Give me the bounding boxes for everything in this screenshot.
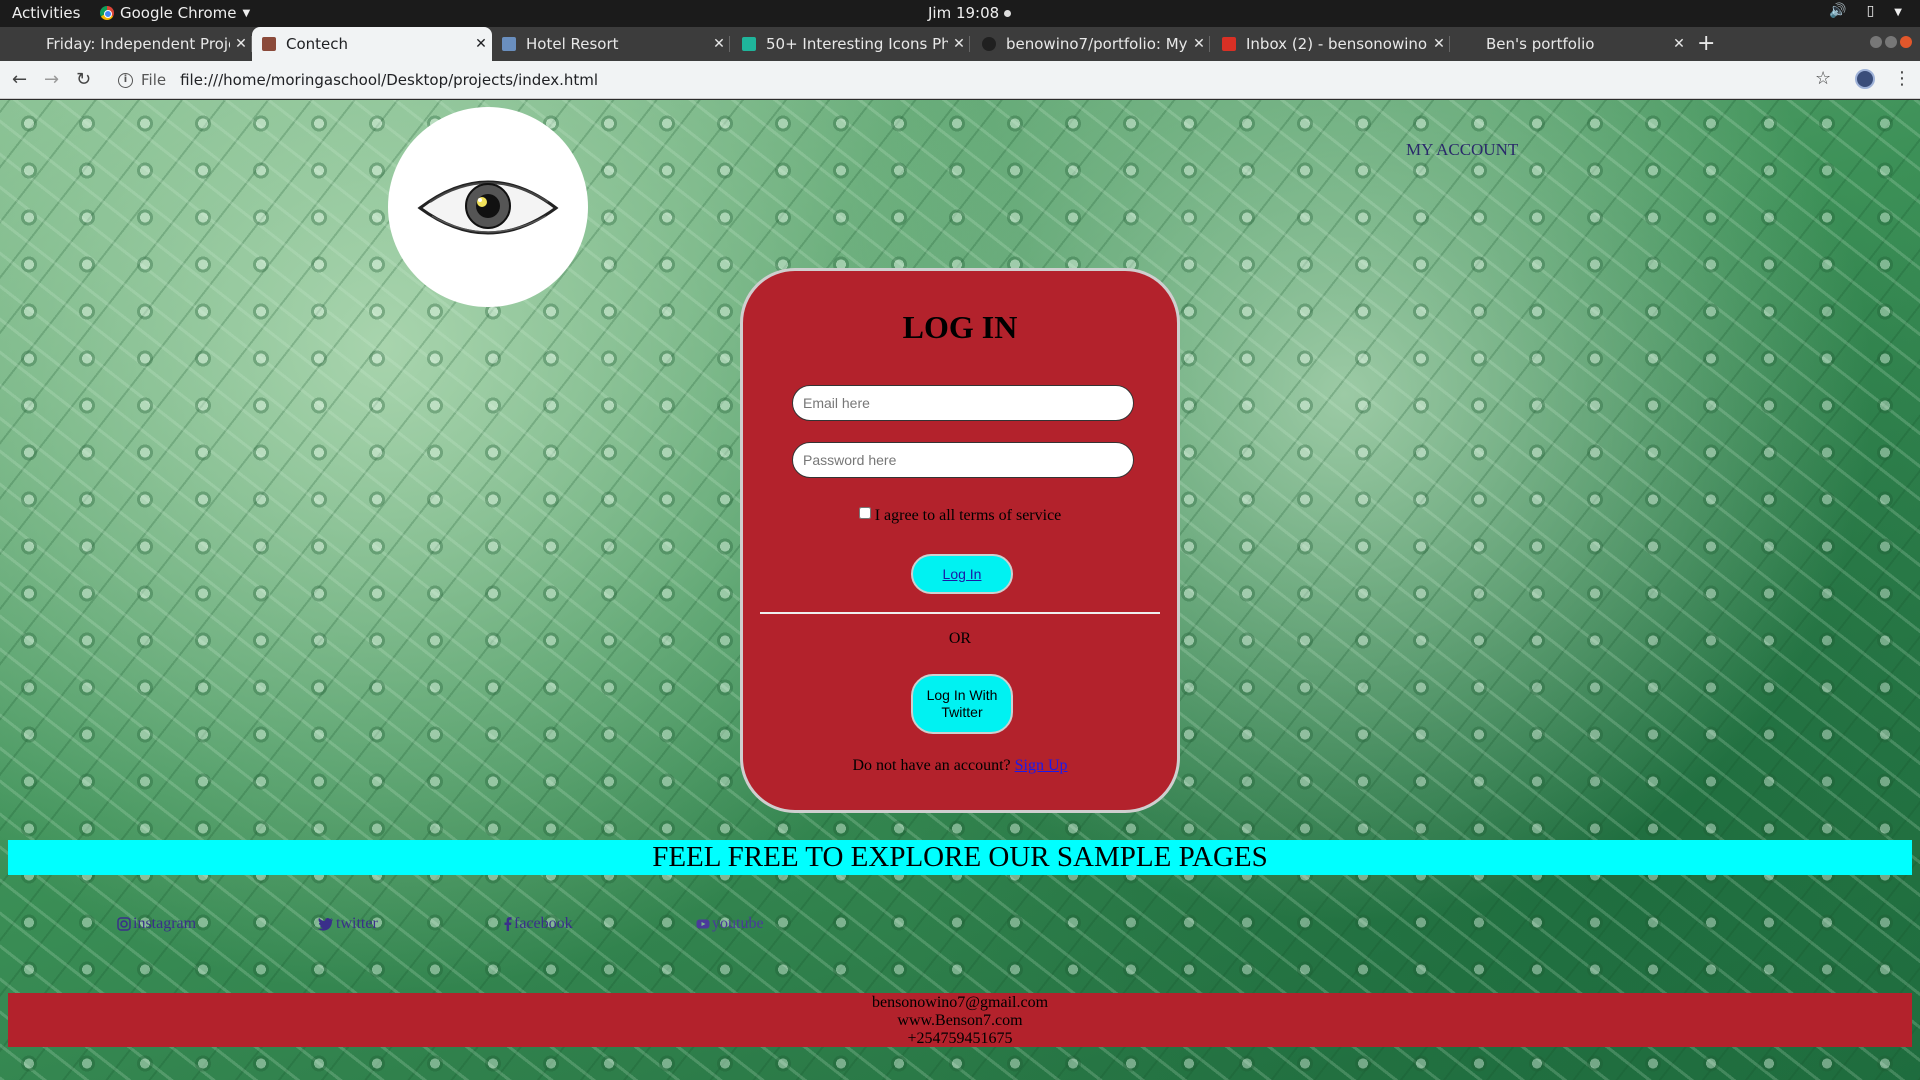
chrome-icon (100, 6, 114, 20)
reload-icon[interactable]: ↻ (76, 69, 91, 90)
tab-title: Ben's portfolio (1486, 35, 1595, 53)
clock-text: Jim 19:08 (928, 4, 1000, 22)
tab-title: Contech (286, 35, 349, 53)
twitter-login-button[interactable]: Log In With Twitter (911, 674, 1013, 734)
email-input[interactable] (792, 385, 1134, 421)
login-button[interactable]: Log In (911, 554, 1013, 594)
tab-favicon-icon (502, 37, 516, 51)
twitter-bird-icon (318, 917, 333, 931)
contact-footer: bensonowino7@gmail.com www.Benson7.com +… (8, 993, 1912, 1047)
youtube-link[interactable]: youtube (696, 915, 764, 933)
battery-icon[interactable]: ▯ (1867, 3, 1875, 23)
login-title: LOG IN (902, 309, 1018, 345)
scheme-label: File (141, 71, 167, 89)
terms-checkbox[interactable] (858, 507, 871, 519)
signup-row: Do not have an account? Sign Up (743, 757, 1177, 775)
caret-down-icon: ▼ (242, 7, 251, 19)
tab-icons[interactable]: 50+ Interesting Icons Pho ✕ (732, 27, 970, 61)
instagram-label: instagram (133, 915, 197, 932)
password-input[interactable] (792, 442, 1134, 478)
github-icon (982, 37, 996, 51)
caret-down-icon[interactable]: ▼ (1894, 3, 1902, 23)
maximize-button[interactable] (1885, 36, 1897, 48)
instagram-link[interactable]: instagram (117, 915, 196, 933)
no-account-text: Do not have an account? (852, 757, 1011, 774)
tab-gmail[interactable]: Inbox (2) - bensonowino7 ✕ (1212, 27, 1450, 61)
my-account-link[interactable]: MY ACCOUNT (1406, 140, 1518, 160)
tab-title: benowino7/portfolio: My (1006, 35, 1188, 53)
page-viewport: MY ACCOUNT LOG IN I agree to all terms o… (0, 100, 1920, 1080)
close-window-button[interactable] (1900, 36, 1912, 48)
twitter-label: twitter (336, 915, 378, 932)
address-bar[interactable]: i File file:///home/moringaschool/Deskto… (118, 71, 598, 89)
footer-phone: +254759451675 (907, 1030, 1013, 1047)
close-tab-icon[interactable]: ✕ (230, 36, 252, 52)
gmail-icon (1222, 37, 1236, 51)
tab-github[interactable]: benowino7/portfolio: My ✕ (972, 27, 1210, 61)
footer-email: bensonowino7@gmail.com (871, 994, 1049, 1011)
tab-contech[interactable]: Contech ✕ (252, 27, 492, 61)
divider (760, 612, 1160, 614)
clock[interactable]: Jim 19:08 (928, 4, 1012, 22)
facebook-label: facebook (514, 915, 573, 932)
system-tray[interactable]: 🔊 ▯ ▼ (1829, 3, 1902, 23)
notification-dot-icon (1004, 9, 1012, 17)
tab-title: Friday: Independent Proje (46, 35, 230, 53)
terms-label: I agree to all terms of service (874, 507, 1062, 524)
close-tab-icon[interactable]: ✕ (1428, 36, 1450, 52)
tab-favicon-icon (22, 37, 36, 51)
new-tab-button[interactable]: + (1697, 27, 1715, 61)
minimize-button[interactable] (1870, 36, 1882, 48)
app-name: Google Chrome (120, 4, 237, 22)
tab-favicon-icon (1462, 37, 1476, 51)
close-tab-icon[interactable]: ✕ (470, 36, 492, 52)
explore-banner: FEEL FREE TO EXPLORE OUR SAMPLE PAGES (8, 840, 1912, 875)
youtube-icon (696, 919, 710, 929)
twitter-link[interactable]: twitter (318, 915, 378, 933)
back-arrow-icon[interactable]: ← (12, 69, 27, 90)
eye-icon (417, 180, 559, 235)
url-text[interactable]: file:///home/moringaschool/Desktop/proje… (180, 71, 598, 89)
terms-row: I agree to all terms of service (743, 507, 1177, 525)
info-icon[interactable]: i (118, 72, 133, 88)
facebook-link[interactable]: facebook (504, 915, 573, 933)
tab-strip: Friday: Independent Proje ✕ Contech ✕ Ho… (0, 27, 1920, 61)
youtube-label: youtube (712, 915, 764, 932)
browser-toolbar: ← → ↻ i File file:///home/moringaschool/… (0, 61, 1920, 99)
footer-website: www.Benson7.com (897, 1012, 1023, 1029)
kebab-menu-icon[interactable]: ⋮ (1893, 68, 1911, 89)
tab-title: Inbox (2) - bensonowino7 (1246, 35, 1428, 53)
instagram-icon (117, 917, 131, 931)
close-tab-icon[interactable]: ✕ (948, 36, 970, 52)
close-tab-icon[interactable]: ✕ (708, 36, 730, 52)
tab-hotel-resort[interactable]: Hotel Resort ✕ (492, 27, 730, 61)
profile-avatar-icon[interactable] (1855, 69, 1875, 89)
activities-button[interactable]: Activities (12, 4, 80, 22)
tab-favicon-icon (742, 37, 756, 51)
close-tab-icon[interactable]: ✕ (1188, 36, 1210, 52)
tab-portfolio[interactable]: Ben's portfolio ✕ (1452, 27, 1690, 61)
bookmark-star-icon[interactable]: ☆ (1815, 68, 1831, 89)
or-text: OR (948, 630, 972, 647)
window-controls (1870, 36, 1912, 48)
volume-icon[interactable]: 🔊 (1829, 3, 1846, 23)
facebook-icon (504, 917, 512, 931)
tab-title: 50+ Interesting Icons Pho (766, 35, 948, 53)
tab-friday[interactable]: Friday: Independent Proje ✕ (12, 27, 252, 61)
tab-favicon-icon (262, 37, 276, 51)
eye-logo (388, 107, 588, 307)
app-menu[interactable]: Google Chrome ▼ (100, 4, 250, 22)
close-tab-icon[interactable]: ✕ (1668, 36, 1690, 52)
tab-title: Hotel Resort (526, 35, 619, 53)
login-card: LOG IN I agree to all terms of service L… (740, 268, 1180, 813)
system-top-bar: Activities Google Chrome ▼ Jim 19:08 🔊 ▯… (0, 0, 1920, 27)
signup-link[interactable]: Sign Up (1015, 757, 1068, 774)
forward-arrow-icon[interactable]: → (44, 69, 59, 90)
